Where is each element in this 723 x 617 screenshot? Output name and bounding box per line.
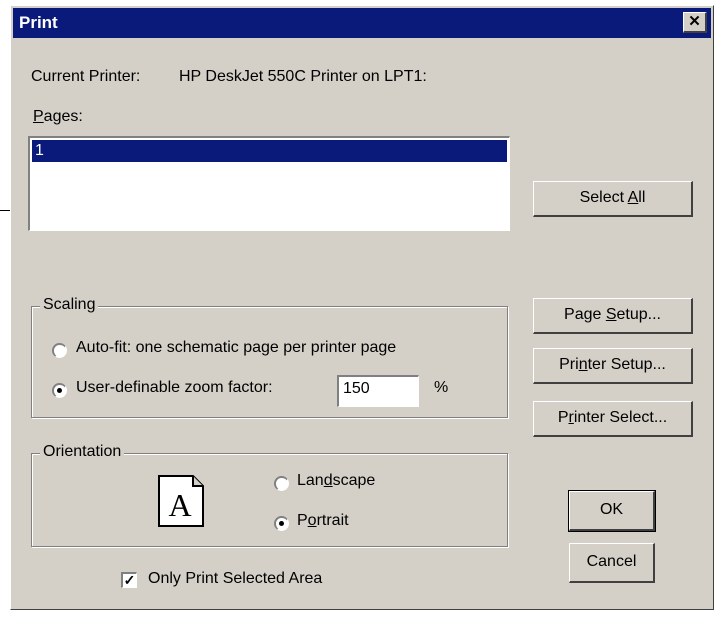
printer-select-button[interactable]: Printer Select... — [533, 401, 693, 437]
scaling-group-title: Scaling — [40, 296, 99, 314]
pages-label: Pages: — [33, 108, 83, 125]
print-dialog: Print ✕ Current Printer: HP DeskJet 550C… — [10, 5, 714, 610]
cancel-button[interactable]: Cancel — [569, 543, 655, 583]
close-icon: ✕ — [688, 13, 701, 30]
only-selected-label: Only Print Selected Area — [148, 570, 323, 587]
page-icon-letter: A — [168, 487, 191, 523]
printer-setup-button[interactable]: Printer Setup... — [533, 348, 693, 384]
close-button[interactable]: ✕ — [683, 12, 707, 33]
zoom-factor-input[interactable]: 150 — [337, 375, 419, 407]
zoom-unit-label: % — [434, 379, 449, 396]
edge-mark — [0, 210, 10, 211]
list-item[interactable]: 1 — [32, 140, 507, 162]
portrait-page-icon: A — [158, 475, 204, 527]
portrait-radio[interactable] — [274, 516, 289, 531]
orientation-group: Orientation Landscape Portrait — [31, 443, 508, 547]
scaling-group: Scaling Auto-fit: one schematic page per… — [31, 296, 508, 418]
ok-button[interactable]: OK — [568, 490, 656, 532]
zoom-factor-value: 150 — [343, 380, 370, 397]
landscape-label: Landscape — [297, 472, 376, 489]
title-bar: Print ✕ — [13, 8, 711, 38]
only-selected-checkbox[interactable]: ✓ — [121, 572, 137, 588]
autofit-radio[interactable] — [52, 343, 67, 358]
pages-list[interactable]: 1 — [28, 136, 510, 231]
current-printer-label: Current Printer: — [31, 68, 141, 85]
dialog-title: Print — [19, 13, 58, 32]
portrait-label: Portrait — [297, 512, 349, 529]
current-printer-value: HP DeskJet 550C Printer on LPT1: — [179, 68, 427, 85]
autofit-label: Auto-fit: one schematic page per printer… — [76, 339, 397, 356]
user-zoom-radio[interactable] — [52, 383, 67, 398]
checkmark-icon: ✓ — [123, 572, 136, 588]
select-all-button[interactable]: Select All — [533, 181, 693, 217]
orientation-group-title: Orientation — [40, 443, 125, 461]
user-zoom-label: User-definable zoom factor: — [76, 379, 273, 396]
page-setup-button[interactable]: Page Setup... — [533, 298, 693, 334]
landscape-radio[interactable] — [274, 476, 289, 491]
